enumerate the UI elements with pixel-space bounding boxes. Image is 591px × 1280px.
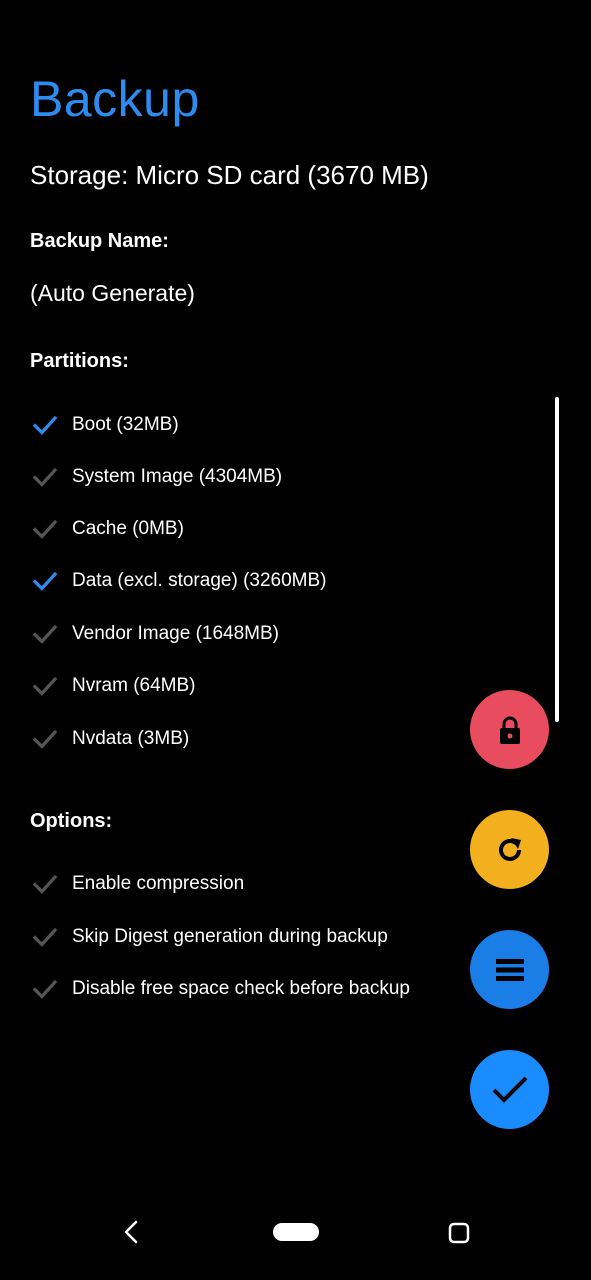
partition-item-label: Nvdata (3MB) xyxy=(72,728,190,749)
option-item-label: Disable free space check before backup xyxy=(72,978,410,999)
partition-item-vendor-image[interactable]: Vendor Image (1648MB) xyxy=(30,617,279,651)
checkmark-icon xyxy=(32,467,58,487)
refresh-icon xyxy=(498,837,521,861)
option-item-label: Skip Digest generation during backup xyxy=(72,926,388,947)
check-icon xyxy=(492,1076,527,1103)
system-navigation-bar xyxy=(0,1190,591,1280)
back-icon[interactable] xyxy=(118,1218,146,1246)
checkmark-icon xyxy=(32,874,58,894)
encrypt-button[interactable] xyxy=(470,690,549,769)
partition-item-cache[interactable]: Cache (0MB) xyxy=(30,512,184,546)
partition-item-label: System Image (4304MB) xyxy=(72,466,283,487)
backup-title: Backup xyxy=(30,71,200,127)
partition-item-boot[interactable]: Boot (32MB) xyxy=(30,408,179,442)
backup-name-field[interactable]: (Auto Generate) xyxy=(30,280,195,307)
option-item-disable-space-check[interactable]: Disable free space check before backup xyxy=(30,972,410,1006)
lock-icon xyxy=(499,716,520,744)
option-item-label: Enable compression xyxy=(72,873,245,894)
partition-item-label: Nvram (64MB) xyxy=(72,675,196,696)
scrollbar[interactable] xyxy=(555,397,559,722)
checkmark-icon xyxy=(32,571,58,591)
checkmark-icon xyxy=(32,519,58,539)
partition-item-label: Vendor Image (1648MB) xyxy=(72,623,280,644)
checkmark-icon xyxy=(32,676,58,696)
option-item-skip-digest[interactable]: Skip Digest generation during backup xyxy=(30,920,388,954)
checkmark-icon xyxy=(32,415,58,435)
storage-selector[interactable]: Storage: Micro SD card (3670 MB) xyxy=(30,160,429,191)
partitions-label: Partitions: xyxy=(30,350,129,372)
partition-item-label: Data (excl. storage) (3260MB) xyxy=(72,570,327,591)
checkmark-icon xyxy=(32,729,58,749)
partition-item-nvram[interactable]: Nvram (64MB) xyxy=(30,669,196,703)
list-icon xyxy=(495,958,524,981)
start-backup-button[interactable] xyxy=(470,1050,549,1129)
checkmark-icon xyxy=(32,624,58,644)
checkmark-icon xyxy=(32,979,58,999)
options-label: Options: xyxy=(30,810,113,832)
recents-icon[interactable] xyxy=(448,1222,470,1244)
partition-item-label: Boot (32MB) xyxy=(72,414,179,435)
option-item-compression[interactable]: Enable compression xyxy=(30,867,244,901)
backup-name-label: Backup Name: xyxy=(30,230,169,252)
partition-item-label: Cache (0MB) xyxy=(72,518,184,539)
refresh-button[interactable] xyxy=(470,810,549,889)
partition-item-data[interactable]: Data (excl. storage) (3260MB) xyxy=(30,564,327,598)
partition-item-system-image[interactable]: System Image (4304MB) xyxy=(30,460,282,494)
partition-item-nvdata[interactable]: Nvdata (3MB) xyxy=(30,722,189,756)
home-pill-icon[interactable] xyxy=(273,1223,319,1241)
checkmark-icon xyxy=(32,927,58,947)
queue-list-button[interactable] xyxy=(470,930,549,1009)
